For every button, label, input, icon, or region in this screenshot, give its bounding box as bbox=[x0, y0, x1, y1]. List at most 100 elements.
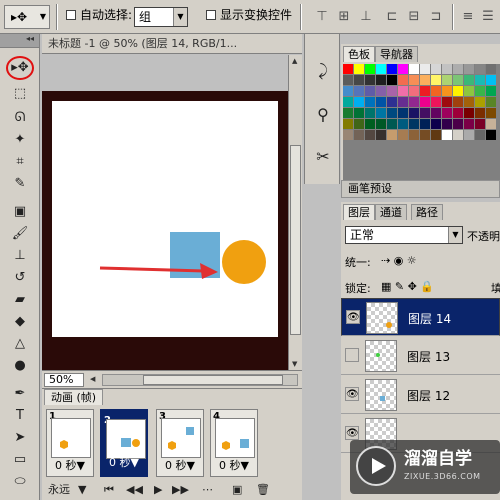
color-swatch[interactable] bbox=[464, 119, 474, 129]
color-swatch[interactable] bbox=[420, 130, 430, 140]
color-swatch[interactable] bbox=[343, 75, 353, 85]
color-swatch[interactable] bbox=[409, 64, 419, 74]
color-swatch[interactable] bbox=[486, 119, 496, 129]
color-swatch[interactable] bbox=[486, 130, 496, 140]
color-swatch[interactable] bbox=[365, 119, 375, 129]
color-swatch[interactable] bbox=[343, 108, 353, 118]
color-swatch[interactable] bbox=[431, 97, 441, 107]
move-tool-icon[interactable]: ▸✥ bbox=[6, 56, 34, 80]
color-swatch[interactable] bbox=[453, 64, 463, 74]
color-swatch[interactable] bbox=[387, 130, 397, 140]
document-tab[interactable]: 未标题 -1 @ 50% (图层 14, RGB/1... bbox=[42, 34, 302, 54]
eyedropper-tool-icon[interactable]: ✎ bbox=[10, 174, 30, 194]
color-swatch[interactable] bbox=[475, 86, 485, 96]
color-swatch[interactable] bbox=[409, 75, 419, 85]
color-swatch[interactable] bbox=[475, 97, 485, 107]
crop-tool-icon[interactable]: ⌗ bbox=[10, 152, 30, 172]
frame-delay[interactable]: 0 秒▼ bbox=[47, 457, 93, 473]
rectangle-tool-icon[interactable]: ▭ bbox=[10, 450, 30, 470]
color-swatch[interactable] bbox=[354, 130, 364, 140]
color-swatch[interactable] bbox=[387, 119, 397, 129]
color-swatch[interactable] bbox=[398, 86, 408, 96]
align-hcenter-icon[interactable]: ⊟ bbox=[406, 8, 422, 26]
path-select-tool-icon[interactable]: ➤ bbox=[10, 428, 30, 448]
color-swatch[interactable] bbox=[475, 64, 485, 74]
color-swatch[interactable] bbox=[464, 130, 474, 140]
color-swatch[interactable] bbox=[431, 130, 441, 140]
color-swatch[interactable] bbox=[354, 108, 364, 118]
scroll-left-icon[interactable]: ◀ bbox=[90, 375, 95, 383]
layer-row[interactable]: 图层 13 bbox=[341, 337, 500, 375]
auto-select-dropdown[interactable]: 组 ▼ bbox=[134, 7, 188, 27]
align-vcenter-icon[interactable]: ⊞ bbox=[336, 8, 352, 26]
color-swatch[interactable] bbox=[376, 108, 386, 118]
color-swatch[interactable] bbox=[486, 75, 496, 85]
tab-swatches[interactable]: 色板 bbox=[343, 46, 375, 62]
color-swatch[interactable] bbox=[420, 86, 430, 96]
color-swatch[interactable] bbox=[420, 119, 430, 129]
prev-frame-icon[interactable]: ◀◀ bbox=[126, 483, 143, 497]
color-swatch[interactable] bbox=[387, 97, 397, 107]
color-swatch[interactable] bbox=[486, 97, 496, 107]
color-swatch[interactable] bbox=[464, 97, 474, 107]
color-swatch[interactable] bbox=[453, 86, 463, 96]
scroll-down-icon[interactable]: ▼ bbox=[292, 360, 297, 368]
color-swatch[interactable] bbox=[376, 130, 386, 140]
vertical-scrollbar[interactable]: ▲ ▼ bbox=[288, 55, 302, 370]
animation-frame[interactable]: 3 0 秒▼ bbox=[156, 409, 204, 477]
animation-frame[interactable]: 1 0 秒▼ bbox=[46, 409, 94, 477]
color-swatch[interactable] bbox=[420, 108, 430, 118]
play-icon[interactable]: ▶ bbox=[154, 483, 162, 497]
color-swatch[interactable] bbox=[442, 130, 452, 140]
color-swatch[interactable] bbox=[376, 97, 386, 107]
color-swatch[interactable] bbox=[343, 64, 353, 74]
color-swatch[interactable] bbox=[343, 97, 353, 107]
color-swatch[interactable] bbox=[398, 108, 408, 118]
align-top-icon[interactable]: ⊤ bbox=[314, 8, 330, 26]
first-frame-icon[interactable]: ⏮ bbox=[104, 483, 114, 497]
color-swatch[interactable] bbox=[387, 64, 397, 74]
color-swatch[interactable] bbox=[409, 108, 419, 118]
align-left-icon[interactable]: ⊏ bbox=[384, 8, 400, 26]
layer-row[interactable]: 👁 图层 14 bbox=[341, 298, 500, 336]
paint-bucket-tool-icon[interactable]: ◆ bbox=[10, 312, 30, 332]
color-swatch[interactable] bbox=[398, 119, 408, 129]
color-swatch[interactable] bbox=[431, 119, 441, 129]
color-swatch[interactable] bbox=[365, 75, 375, 85]
color-swatch[interactable] bbox=[365, 108, 375, 118]
color-swatch[interactable] bbox=[354, 119, 364, 129]
eye-icon[interactable]: 👁 bbox=[345, 387, 359, 401]
scroll-up-icon[interactable]: ▲ bbox=[292, 57, 297, 65]
color-swatch[interactable] bbox=[387, 108, 397, 118]
pen-tool-icon[interactable]: ✒ bbox=[10, 384, 30, 404]
color-swatch[interactable] bbox=[464, 86, 474, 96]
distribute-top-icon[interactable]: ≡ bbox=[460, 8, 476, 26]
lock-buttons-icon[interactable]: ▦ ✎ ✥ 🔒 bbox=[381, 280, 434, 293]
canvas-area[interactable] bbox=[42, 55, 288, 397]
color-swatch[interactable] bbox=[442, 86, 452, 96]
usb-panel-icon[interactable]: ⚲ bbox=[313, 104, 333, 126]
color-swatch[interactable] bbox=[464, 75, 474, 85]
color-swatch[interactable] bbox=[475, 130, 485, 140]
quick-select-tool-icon[interactable]: ✦ bbox=[10, 130, 30, 150]
horizontal-scrollbar[interactable] bbox=[102, 374, 298, 386]
layer-row[interactable]: 👁 图层 12 bbox=[341, 376, 500, 414]
show-transform-checkbox[interactable] bbox=[206, 10, 216, 20]
color-swatch[interactable] bbox=[431, 86, 441, 96]
next-frame-icon[interactable]: ▶▶ bbox=[172, 483, 189, 497]
color-swatch[interactable] bbox=[464, 108, 474, 118]
color-swatch[interactable] bbox=[431, 108, 441, 118]
color-swatch[interactable] bbox=[420, 97, 430, 107]
scroll-thumb[interactable] bbox=[143, 375, 283, 385]
eye-icon[interactable]: 👁 bbox=[345, 426, 359, 440]
marquee-tool-icon[interactable]: ⬚ bbox=[10, 84, 30, 104]
zoom-field[interactable]: 50% bbox=[44, 373, 84, 387]
color-swatch[interactable] bbox=[420, 75, 430, 85]
tween-icon[interactable]: ⋯ bbox=[202, 483, 213, 497]
tool-preset-picker[interactable]: ▸✥ ▼ bbox=[4, 5, 50, 29]
tools-panel-icon[interactable]: ✂ bbox=[313, 146, 333, 168]
color-swatch[interactable] bbox=[376, 86, 386, 96]
color-swatch[interactable] bbox=[453, 97, 463, 107]
new-frame-icon[interactable]: ▣ bbox=[232, 483, 242, 497]
color-swatch[interactable] bbox=[431, 64, 441, 74]
